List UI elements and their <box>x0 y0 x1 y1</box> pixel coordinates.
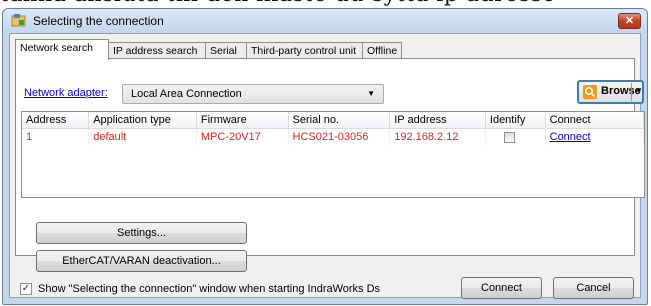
tab-third-party-control-unit[interactable]: Third-party control unit <box>246 42 363 58</box>
tab-offline[interactable]: Offline <box>362 42 402 58</box>
background-document-text: tallna ansluta till den lilaste du-sytta… <box>0 0 651 8</box>
cell-serial-no: HCS021-03056 <box>288 128 391 145</box>
cell-connect: Connect <box>545 128 644 145</box>
network-adapter-link[interactable]: Network adapter: <box>24 87 108 99</box>
connect-link[interactable]: Connect <box>550 131 591 143</box>
tab-serial[interactable]: Serial <box>205 42 247 58</box>
column-header-identify[interactable]: Identify <box>485 112 546 129</box>
cancel-button[interactable]: Cancel <box>553 277 634 299</box>
network-search-panel: Network adapter: Local Area Connection ▼… <box>15 58 645 272</box>
checkmark-icon: ✓ <box>21 283 31 294</box>
connect-button[interactable]: Connect <box>461 277 542 299</box>
identify-checkbox[interactable] <box>503 131 515 143</box>
tab-label: Third-party control unit <box>251 45 357 57</box>
tab-network-search[interactable]: Network search <box>15 39 109 60</box>
chevron-down-icon: ▼ <box>367 89 375 98</box>
tab-label: Serial <box>210 45 237 57</box>
cell-ip-address: 192.168.2.12 <box>389 128 486 145</box>
tab-label: Network search <box>20 42 93 54</box>
chevron-down-icon[interactable]: ▼ <box>635 86 643 95</box>
split-divider <box>631 83 632 101</box>
settings-button[interactable]: Settings... <box>36 222 247 244</box>
column-header-application-type[interactable]: Application type <box>88 112 197 129</box>
cell-firmware: MPC-20V17 <box>196 128 289 145</box>
network-adapter-select[interactable]: Local Area Connection ▼ <box>122 84 384 104</box>
connection-dialog: Selecting the connection ✕ Network searc… <box>2 8 648 305</box>
column-header-ip-address[interactable]: IP address <box>389 112 486 129</box>
cell-identify <box>485 128 546 145</box>
table-row[interactable]: 1 default MPC-20V17 HCS021-03056 192.168… <box>22 128 644 145</box>
network-adapter-value: Local Area Connection <box>131 88 242 100</box>
search-icon <box>583 85 597 99</box>
column-header-firmware[interactable]: Firmware <box>196 112 289 129</box>
network-folder-icon <box>11 14 26 27</box>
tab-label: Offline <box>367 45 398 57</box>
browse-button[interactable]: Browse ▼ <box>577 80 644 104</box>
column-header-connect[interactable]: Connect <box>545 112 644 129</box>
tab-ip-address-search[interactable]: IP address search <box>108 42 206 58</box>
device-table: Address Application type Firmware Serial… <box>21 111 645 198</box>
tab-label: IP address search <box>113 45 198 57</box>
column-header-address[interactable]: Address <box>22 112 90 129</box>
show-window-checkbox[interactable]: ✓ <box>20 283 32 295</box>
show-window-label: Show "Selecting the connection" window w… <box>38 283 381 295</box>
table-header-row: Address Application type Firmware Serial… <box>22 112 644 129</box>
window-title: Selecting the connection <box>33 14 164 28</box>
title-bar[interactable]: Selecting the connection ✕ <box>3 9 647 33</box>
ethercat-varan-deactivation-button[interactable]: EtherCAT/VARAN deactivation... <box>36 250 247 272</box>
close-icon: ✕ <box>624 15 635 27</box>
column-header-serial-no[interactable]: Serial no. <box>288 112 391 129</box>
dialog-body: Network search IP address search Serial … <box>9 33 645 299</box>
close-button[interactable]: ✕ <box>618 13 641 29</box>
cell-address: 1 <box>22 128 90 145</box>
cell-application-type: default <box>88 128 197 145</box>
